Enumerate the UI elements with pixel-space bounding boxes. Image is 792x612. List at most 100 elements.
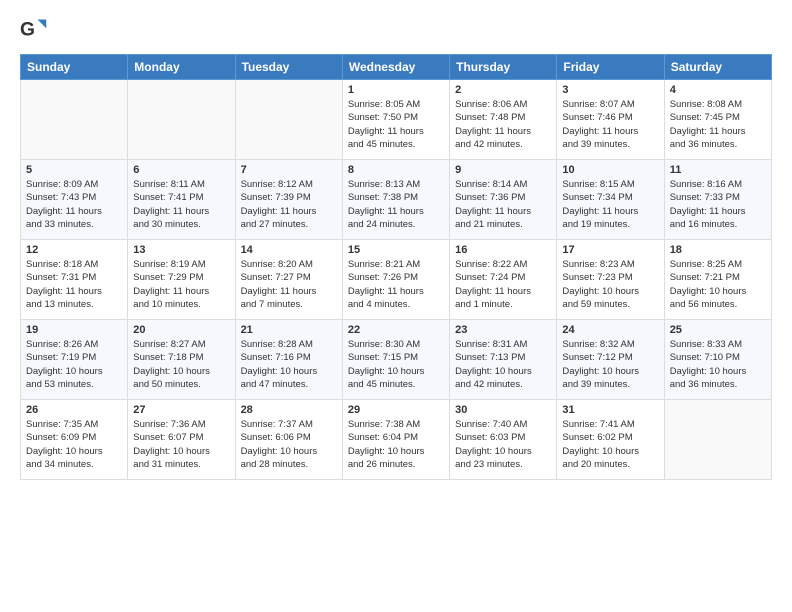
calendar-cell: 12Sunrise: 8:18 AMSunset: 7:31 PMDayligh… <box>21 240 128 320</box>
day-number: 11 <box>670 164 766 176</box>
day-info: Sunrise: 8:05 AMSunset: 7:50 PMDaylight:… <box>348 98 444 151</box>
calendar-cell: 23 Sunrise: 8:31 AMSunset: 7:13 PMDayligh… <box>450 320 557 400</box>
week-row-3: 12Sunrise: 8:18 AMSunset: 7:31 PMDayligh… <box>21 240 772 320</box>
calendar-cell: 21 Sunrise: 8:28 AMSunset: 7:16 PMDayligh… <box>235 320 342 400</box>
day-number: 18 <box>670 244 766 256</box>
day-number: 15 <box>348 244 444 256</box>
day-number: 1 <box>348 84 444 96</box>
day-info: Sunrise: 8:33 AMSunset: 7:10 PMDaylight:… <box>670 338 766 391</box>
calendar-cell: 13Sunrise: 8:19 AMSunset: 7:29 PMDayligh… <box>128 240 235 320</box>
calendar-cell <box>664 400 771 480</box>
day-info: Sunrise: 8:27 AMSunset: 7:18 PMDaylight:… <box>133 338 229 391</box>
weekday-saturday: Saturday <box>664 55 771 80</box>
day-number: 21 <box>241 324 337 336</box>
page-header: G <box>20 16 772 44</box>
calendar-cell: 18 Sunrise: 8:25 AMSunset: 7:21 PMDayligh… <box>664 240 771 320</box>
day-number: 5 <box>26 164 122 176</box>
calendar-cell: 28Sunrise: 7:37 AMSunset: 6:06 PMDayligh… <box>235 400 342 480</box>
calendar-cell <box>21 80 128 160</box>
calendar-cell: 5 Sunrise: 8:09 AMSunset: 7:43 PMDaylight… <box>21 160 128 240</box>
day-info: Sunrise: 8:11 AMSunset: 7:41 PMDaylight:… <box>133 178 229 231</box>
day-info: Sunrise: 8:26 AMSunset: 7:19 PMDaylight:… <box>26 338 122 391</box>
calendar-cell: 19 Sunrise: 8:26 AMSunset: 7:19 PMDayligh… <box>21 320 128 400</box>
calendar-cell: 4 Sunrise: 8:08 AMSunset: 7:45 PMDaylight… <box>664 80 771 160</box>
day-info: Sunrise: 7:36 AMSunset: 6:07 PMDaylight:… <box>133 418 229 471</box>
day-number: 24 <box>562 324 658 336</box>
day-number: 13 <box>133 244 229 256</box>
day-info: Sunrise: 8:21 AMSunset: 7:26 PMDaylight:… <box>348 258 444 311</box>
day-number: 4 <box>670 84 766 96</box>
day-number: 17 <box>562 244 658 256</box>
day-info: Sunrise: 8:31 AMSunset: 7:13 PMDaylight:… <box>455 338 551 391</box>
calendar-cell: 8 Sunrise: 8:13 AMSunset: 7:38 PMDaylight… <box>342 160 449 240</box>
calendar-cell: 17 Sunrise: 8:23 AMSunset: 7:23 PMDayligh… <box>557 240 664 320</box>
day-info: Sunrise: 8:06 AMSunset: 7:48 PMDaylight:… <box>455 98 551 151</box>
weekday-sunday: Sunday <box>21 55 128 80</box>
day-number: 9 <box>455 164 551 176</box>
day-number: 30 <box>455 404 551 416</box>
svg-text:G: G <box>20 19 35 40</box>
day-info: Sunrise: 7:41 AMSunset: 6:02 PMDaylight:… <box>562 418 658 471</box>
day-info: Sunrise: 8:07 AMSunset: 7:46 PMDaylight:… <box>562 98 658 151</box>
day-number: 19 <box>26 324 122 336</box>
day-info: Sunrise: 7:40 AMSunset: 6:03 PMDaylight:… <box>455 418 551 471</box>
calendar-cell: 16Sunrise: 8:22 AMSunset: 7:24 PMDayligh… <box>450 240 557 320</box>
day-number: 7 <box>241 164 337 176</box>
day-info: Sunrise: 7:38 AMSunset: 6:04 PMDaylight:… <box>348 418 444 471</box>
day-info: Sunrise: 8:22 AMSunset: 7:24 PMDaylight:… <box>455 258 551 311</box>
weekday-friday: Friday <box>557 55 664 80</box>
calendar-cell: 24 Sunrise: 8:32 AMSunset: 7:12 PMDayligh… <box>557 320 664 400</box>
day-number: 22 <box>348 324 444 336</box>
day-number: 3 <box>562 84 658 96</box>
day-number: 29 <box>348 404 444 416</box>
calendar-cell: 15 Sunrise: 8:21 AMSunset: 7:26 PMDayligh… <box>342 240 449 320</box>
day-info: Sunrise: 8:28 AMSunset: 7:16 PMDaylight:… <box>241 338 337 391</box>
calendar-cell: 11Sunrise: 8:16 AMSunset: 7:33 PMDayligh… <box>664 160 771 240</box>
day-number: 14 <box>241 244 337 256</box>
day-info: Sunrise: 8:12 AMSunset: 7:39 PMDaylight:… <box>241 178 337 231</box>
day-info: Sunrise: 8:25 AMSunset: 7:21 PMDaylight:… <box>670 258 766 311</box>
day-info: Sunrise: 8:15 AMSunset: 7:34 PMDaylight:… <box>562 178 658 231</box>
day-number: 6 <box>133 164 229 176</box>
day-number: 20 <box>133 324 229 336</box>
week-row-5: 26Sunrise: 7:35 AMSunset: 6:09 PMDayligh… <box>21 400 772 480</box>
weekday-wednesday: Wednesday <box>342 55 449 80</box>
day-number: 25 <box>670 324 766 336</box>
calendar-cell: 10 Sunrise: 8:15 AMSunset: 7:34 PMDayligh… <box>557 160 664 240</box>
calendar-cell: 26Sunrise: 7:35 AMSunset: 6:09 PMDayligh… <box>21 400 128 480</box>
day-number: 28 <box>241 404 337 416</box>
weekday-header-row: SundayMondayTuesdayWednesdayThursdayFrid… <box>21 55 772 80</box>
day-info: Sunrise: 8:32 AMSunset: 7:12 PMDaylight:… <box>562 338 658 391</box>
logo-icon: G <box>20 16 48 44</box>
calendar-cell: 30 Sunrise: 7:40 AMSunset: 6:03 PMDayligh… <box>450 400 557 480</box>
calendar-table: SundayMondayTuesdayWednesdayThursdayFrid… <box>20 54 772 480</box>
calendar-cell: 20 Sunrise: 8:27 AMSunset: 7:18 PMDayligh… <box>128 320 235 400</box>
day-number: 27 <box>133 404 229 416</box>
calendar-cell: 14 Sunrise: 8:20 AMSunset: 7:27 PMDayligh… <box>235 240 342 320</box>
day-info: Sunrise: 8:13 AMSunset: 7:38 PMDaylight:… <box>348 178 444 231</box>
calendar-cell: 9 Sunrise: 8:14 AMSunset: 7:36 PMDaylight… <box>450 160 557 240</box>
day-number: 8 <box>348 164 444 176</box>
day-info: Sunrise: 8:20 AMSunset: 7:27 PMDaylight:… <box>241 258 337 311</box>
calendar-cell: 22 Sunrise: 8:30 AMSunset: 7:15 PMDayligh… <box>342 320 449 400</box>
day-info: Sunrise: 8:23 AMSunset: 7:23 PMDaylight:… <box>562 258 658 311</box>
calendar-cell: 6 Sunrise: 8:11 AMSunset: 7:41 PMDaylight… <box>128 160 235 240</box>
calendar-cell: 7 Sunrise: 8:12 AMSunset: 7:39 PMDaylight… <box>235 160 342 240</box>
calendar-cell: 29 Sunrise: 7:38 AMSunset: 6:04 PMDayligh… <box>342 400 449 480</box>
calendar-cell: 31Sunrise: 7:41 AMSunset: 6:02 PMDayligh… <box>557 400 664 480</box>
day-info: Sunrise: 8:30 AMSunset: 7:15 PMDaylight:… <box>348 338 444 391</box>
day-info: Sunrise: 8:14 AMSunset: 7:36 PMDaylight:… <box>455 178 551 231</box>
calendar-cell <box>235 80 342 160</box>
day-info: Sunrise: 8:09 AMSunset: 7:43 PMDaylight:… <box>26 178 122 231</box>
week-row-4: 19 Sunrise: 8:26 AMSunset: 7:19 PMDayligh… <box>21 320 772 400</box>
weekday-monday: Monday <box>128 55 235 80</box>
calendar-cell: 25 Sunrise: 8:33 AMSunset: 7:10 PMDayligh… <box>664 320 771 400</box>
day-number: 10 <box>562 164 658 176</box>
day-info: Sunrise: 8:18 AMSunset: 7:31 PMDaylight:… <box>26 258 122 311</box>
day-info: Sunrise: 8:08 AMSunset: 7:45 PMDaylight:… <box>670 98 766 151</box>
day-number: 2 <box>455 84 551 96</box>
day-number: 23 <box>455 324 551 336</box>
calendar-cell: 2 Sunrise: 8:06 AMSunset: 7:48 PMDaylight… <box>450 80 557 160</box>
weekday-tuesday: Tuesday <box>235 55 342 80</box>
week-row-1: 1 Sunrise: 8:05 AMSunset: 7:50 PMDaylight… <box>21 80 772 160</box>
